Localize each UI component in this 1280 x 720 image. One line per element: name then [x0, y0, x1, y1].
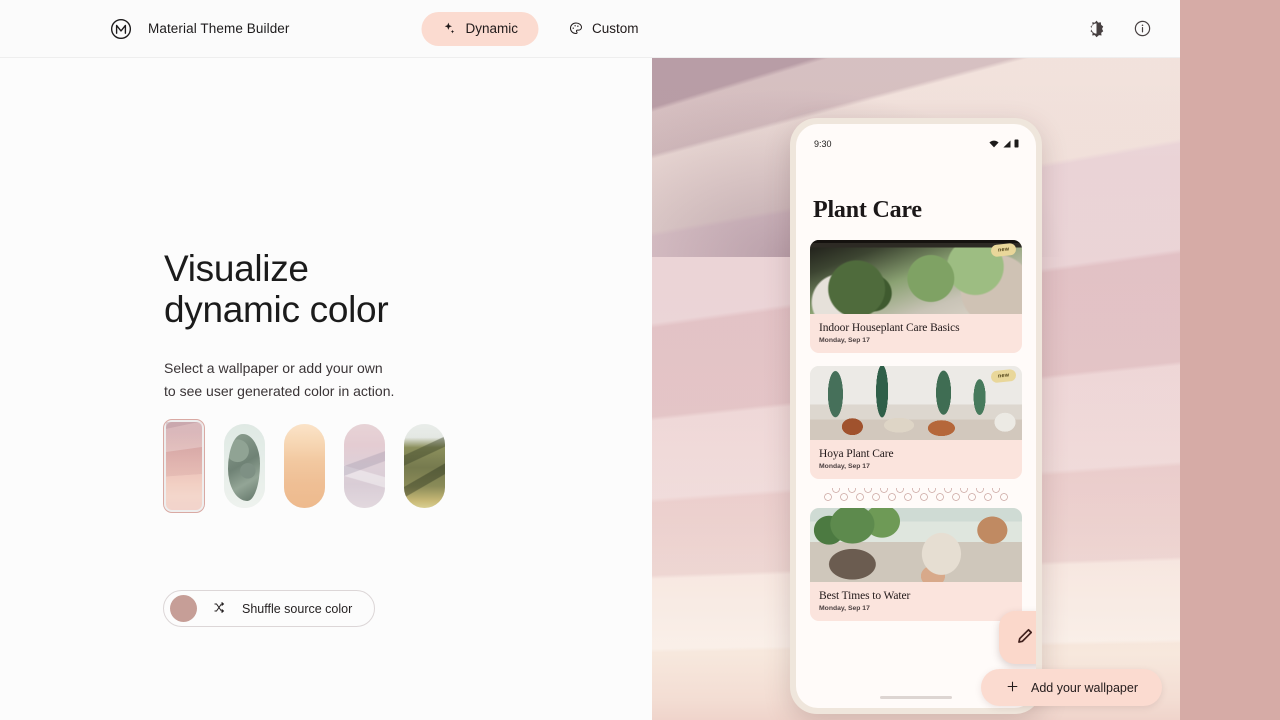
- wallpaper-swatch-lavender-mountains[interactable]: [344, 424, 385, 508]
- article-title: Best Times to Water: [819, 590, 911, 602]
- hero-subtitle-line2: to see user generated color in action.: [164, 382, 395, 399]
- signal-icon: [1002, 135, 1011, 153]
- edit-pencil-icon: [1015, 625, 1036, 651]
- battery-icon: [1014, 135, 1019, 153]
- add-wallpaper-label: Add your wallpaper: [1030, 680, 1138, 695]
- article-card[interactable]: Best Times to Water Monday, Sep 17: [810, 508, 1022, 621]
- article-card[interactable]: new Indoor Houseplant Care Basics Monday…: [810, 240, 1022, 353]
- article-meta: Best Times to Water Monday, Sep 17: [810, 582, 1022, 621]
- source-color-swatch: [170, 595, 197, 622]
- article-meta: Indoor Houseplant Care Basics Monday, Se…: [810, 314, 1022, 353]
- article-title: Indoor Houseplant Care Basics: [819, 322, 960, 334]
- tab-dynamic-label: Dynamic: [465, 21, 518, 36]
- plus-icon: [1005, 679, 1020, 697]
- material-theme-builder-app: Material Theme Builder Dynamic Custom Vi…: [0, 0, 1280, 720]
- wallpaper-swatch-green-stone[interactable]: [224, 424, 265, 508]
- wallpaper-swatch-pink-dunes[interactable]: [163, 419, 205, 513]
- app-header: Material Theme Builder Dynamic Custom: [0, 0, 1180, 58]
- article-image: [810, 508, 1022, 582]
- new-badge: new: [990, 242, 1017, 258]
- add-your-wallpaper-button[interactable]: Add your wallpaper: [980, 669, 1162, 706]
- header-actions: [1084, 17, 1154, 41]
- hero-section: Visualize dynamic color Select a wallpap…: [164, 248, 604, 402]
- material-m-logo-icon: [110, 18, 132, 40]
- edit-fab-button[interactable]: [999, 611, 1036, 664]
- article-card[interactable]: new Hoya Plant Care Monday, Sep 17: [810, 366, 1022, 479]
- wavy-divider: [824, 488, 1008, 501]
- info-circle-icon[interactable]: [1130, 17, 1154, 41]
- mode-tabs: Dynamic Custom: [421, 11, 659, 46]
- article-date: Monday, Sep 17: [819, 463, 870, 470]
- article-card-list: new Indoor Houseplant Care Basics Monday…: [796, 224, 1036, 621]
- wallpaper-swatch-list: [163, 419, 445, 513]
- left-panel: Visualize dynamic color Select a wallpap…: [0, 58, 652, 720]
- tab-custom-label: Custom: [592, 21, 639, 36]
- hero-title: Visualize dynamic color: [164, 248, 604, 330]
- status-bar-time: 9:30: [814, 139, 832, 149]
- wifi-icon: [989, 135, 999, 153]
- article-title: Hoya Plant Care: [819, 448, 894, 460]
- article-meta: Hoya Plant Care Monday, Sep 17: [810, 440, 1022, 479]
- article-date: Monday, Sep 17: [819, 337, 870, 344]
- shuffle-label: Shuffle source color: [242, 601, 353, 616]
- tab-dynamic[interactable]: Dynamic: [421, 11, 538, 46]
- article-image: new: [810, 240, 1022, 314]
- side-color-strip: [1180, 0, 1280, 720]
- palette-icon: [568, 21, 583, 36]
- sparkle-icon: [441, 21, 456, 36]
- hero-subtitle-line1: Select a wallpaper or add your own: [164, 360, 383, 376]
- shuffle-icon: [213, 601, 226, 617]
- wallpaper-swatch-olive-hills[interactable]: [404, 424, 445, 508]
- article-image: new: [810, 366, 1022, 440]
- tab-custom[interactable]: Custom: [548, 12, 659, 46]
- new-badge: new: [990, 368, 1017, 384]
- plant-care-page-title: Plant Care: [813, 197, 922, 223]
- app-title: Material Theme Builder: [148, 21, 290, 36]
- status-bar-icons: [989, 135, 1019, 153]
- home-indicator: [880, 695, 952, 699]
- brightness-icon[interactable]: [1084, 17, 1108, 41]
- hero-title-line2: dynamic color: [164, 289, 389, 330]
- article-date: Monday, Sep 17: [819, 605, 870, 612]
- phone-mockup: 9:30 Plant Care new Indoor Houseplant Ca…: [790, 118, 1042, 714]
- wallpaper-swatch-peach-gradient[interactable]: [284, 424, 325, 508]
- shuffle-source-color-button[interactable]: Shuffle source color: [163, 590, 376, 627]
- status-bar: 9:30: [796, 124, 1036, 153]
- hero-title-line1: Visualize: [164, 248, 309, 289]
- phone-screen: 9:30 Plant Care new Indoor Houseplant Ca…: [796, 124, 1036, 708]
- brand: Material Theme Builder: [110, 18, 290, 40]
- wallpaper-preview-stage: 9:30 Plant Care new Indoor Houseplant Ca…: [652, 58, 1180, 720]
- hero-subtitle: Select a wallpaper or add your own to se…: [164, 357, 604, 402]
